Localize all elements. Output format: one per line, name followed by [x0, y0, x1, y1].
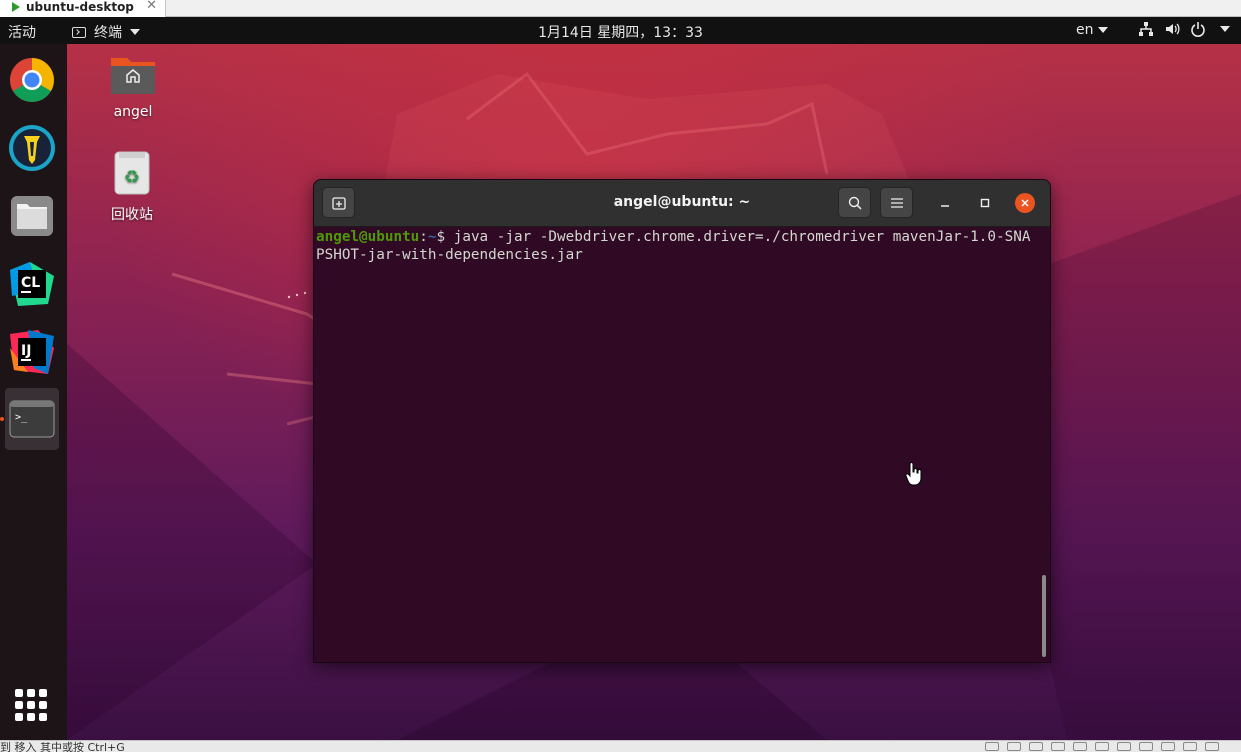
dock-item-terminal[interactable]: >_ — [5, 388, 59, 450]
dock-item-files[interactable] — [5, 188, 59, 244]
hamburger-menu-icon — [890, 197, 903, 208]
input-language-button[interactable]: en — [1076, 22, 1108, 38]
desktop-icon-trash[interactable]: ♻ 回收站 — [97, 150, 167, 224]
terminal-scrollbar[interactable] — [1042, 575, 1046, 657]
device-icon[interactable] — [985, 742, 999, 751]
desktop-icon-label: 回收站 — [111, 207, 153, 223]
prompt-separator: : — [419, 229, 428, 245]
intellij-idea-icon: IJ — [10, 330, 54, 374]
desktop-icon-home[interactable]: angel — [98, 52, 168, 120]
device-icon[interactable] — [1007, 742, 1021, 751]
vm-tab[interactable]: ubuntu-desktop ✕ — [0, 0, 166, 17]
maximize-button[interactable] — [975, 193, 995, 213]
volume-icon — [1166, 23, 1180, 35]
prompt-path: ~ — [427, 229, 437, 245]
system-tray[interactable] — [1138, 21, 1230, 37]
dock-item-clion[interactable]: CL — [5, 256, 59, 312]
chevron-down-icon — [1220, 26, 1230, 32]
menu-button[interactable] — [880, 187, 913, 218]
files-icon — [11, 196, 53, 236]
maximize-icon — [980, 198, 990, 208]
chevron-down-icon — [1097, 27, 1108, 33]
device-icon[interactable] — [1117, 742, 1131, 751]
show-applications-icon[interactable] — [15, 689, 47, 721]
power-icon — [1191, 22, 1205, 37]
terminal-window[interactable]: angel@ubuntu: ~ angel@ubuntu:~$ java -ja… — [313, 179, 1051, 663]
top-bar: 活动 终端 1月14日 星期四，13：33 en — [0, 17, 1241, 44]
dock: CL IJ >_ — [0, 44, 67, 740]
svg-text:♻: ♻ — [124, 167, 140, 188]
chrome-icon — [10, 58, 54, 102]
network-icon — [1139, 22, 1153, 36]
prompt-symbol: $ — [436, 229, 454, 245]
hand-cursor-icon — [905, 462, 922, 486]
trash-icon: ♻ — [114, 151, 150, 195]
vm-tab-bar: ubuntu-desktop ✕ — [0, 0, 1241, 17]
input-language-label: en — [1076, 22, 1094, 38]
svg-text:CL: CL — [21, 275, 40, 291]
close-button[interactable] — [1015, 193, 1035, 213]
device-icon[interactable] — [1205, 742, 1219, 751]
yellow-app-icon — [9, 125, 55, 171]
device-icon[interactable] — [1095, 742, 1109, 751]
minimize-button[interactable] — [935, 193, 955, 213]
prompt-user: angel@ubuntu — [316, 229, 420, 245]
home-folder-icon — [111, 58, 155, 94]
terminal-icon: >_ — [9, 400, 55, 438]
vm-running-icon — [12, 2, 20, 12]
dock-item-chrome[interactable] — [5, 52, 59, 108]
vm-status-bar: 到 移入 其中或按 Ctrl+G — [0, 740, 1241, 752]
minimize-icon — [941, 205, 949, 207]
device-icon[interactable] — [1073, 742, 1087, 751]
clock[interactable]: 1月14日 星期四，13：33 — [0, 22, 1241, 42]
terminal-output[interactable]: angel@ubuntu:~$ java -jar -Dwebdriver.ch… — [316, 228, 1036, 264]
svg-text:IJ: IJ — [21, 343, 31, 359]
device-icon[interactable] — [1139, 742, 1153, 751]
vm-status-icons — [985, 742, 1219, 751]
search-icon — [848, 196, 862, 210]
dock-item-intellij-idea[interactable]: IJ — [5, 324, 59, 380]
desktop-icon-label: angel — [113, 104, 153, 120]
device-icon[interactable] — [1029, 742, 1043, 751]
vm-tab-title: ubuntu-desktop — [26, 0, 134, 14]
device-icon[interactable] — [1051, 742, 1065, 751]
running-indicator — [0, 417, 4, 421]
vm-status-text: 到 移入 其中或按 Ctrl+G — [0, 741, 125, 752]
close-icon — [1021, 199, 1029, 207]
dock-item-app-2[interactable] — [5, 120, 59, 176]
search-button[interactable] — [838, 187, 871, 218]
terminal-header-bar[interactable]: angel@ubuntu: ~ — [314, 180, 1050, 227]
clion-icon: CL — [10, 262, 54, 306]
device-icon[interactable] — [1161, 742, 1175, 751]
vm-tab-close-icon[interactable]: ✕ — [146, 0, 157, 13]
svg-text:>_: >_ — [15, 412, 28, 423]
device-icon[interactable] — [1183, 742, 1197, 751]
